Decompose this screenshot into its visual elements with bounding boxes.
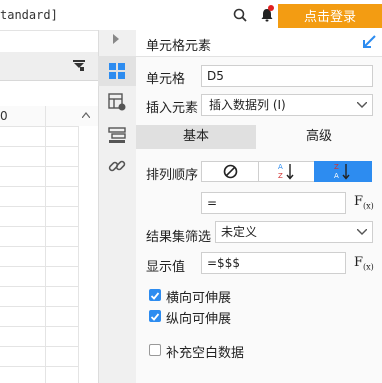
insert-element-label: 插入元素: [146, 101, 199, 116]
fx-sub: (x): [363, 201, 374, 211]
svg-text:A: A: [278, 163, 283, 171]
cell-attribute-icon[interactable]: [108, 93, 126, 111]
no-sort-icon: [223, 164, 238, 179]
fx-sub: (x): [363, 262, 374, 272]
sort-order-label: 排列顺序: [146, 168, 199, 183]
fx-label: F: [354, 194, 364, 209]
grid-row-line: [0, 206, 78, 207]
tab-advanced[interactable]: 高级: [256, 125, 382, 149]
condition-attribute-icon[interactable]: [108, 126, 126, 144]
scroll-up-icon[interactable]: [82, 112, 90, 118]
chevron-down-icon[interactable]: [357, 229, 367, 235]
grid-row-line: [0, 306, 78, 307]
chevron-down-icon[interactable]: [357, 102, 367, 108]
horizontal-expand-checkbox[interactable]: [149, 289, 161, 301]
grid-column-line: [45, 106, 46, 383]
vertical-expand-label: 纵向可伸展: [166, 312, 232, 327]
cell-label: 单元格: [146, 72, 186, 87]
file-name: tandard]: [0, 8, 58, 22]
notification-dot: [268, 5, 274, 11]
grid-row-line: [0, 226, 78, 227]
check-icon: [150, 313, 160, 321]
display-value-input[interactable]: =$$$: [201, 252, 346, 274]
fx-label: F: [354, 255, 364, 270]
hyperlink-icon[interactable]: [108, 157, 126, 175]
formula-editor-button[interactable]: F(x): [354, 194, 374, 211]
expand-panel-icon[interactable]: [363, 34, 377, 48]
svg-text:A: A: [334, 172, 339, 180]
vertical-expand-checkbox[interactable]: [149, 310, 161, 322]
sheet-cell[interactable]: 0: [0, 109, 8, 123]
grid-row-line: [0, 346, 78, 347]
sort-ascending-icon: A Z: [278, 163, 294, 180]
result-filter-select[interactable]: 未定义: [215, 221, 373, 243]
grid-row-line: [0, 166, 78, 167]
fill-blank-label: 补充空白数据: [166, 346, 245, 361]
horizontal-expand-label: 横向可伸展: [166, 291, 232, 306]
sort-formula-input[interactable]: =: [201, 192, 346, 214]
tab-basic[interactable]: 基本: [136, 125, 256, 149]
filter-icon[interactable]: [73, 60, 85, 72]
grid-row-line: [0, 246, 78, 247]
grid-row-line: [0, 186, 78, 187]
svg-text:Z: Z: [334, 163, 339, 171]
check-icon: [150, 292, 160, 300]
fill-blank-checkbox[interactable]: [149, 344, 161, 356]
grid-row-line: [0, 146, 78, 147]
display-formula-button[interactable]: F(x): [354, 255, 374, 272]
grid-row-line: [0, 366, 78, 367]
cell-input[interactable]: D5: [201, 65, 373, 87]
insert-element-select[interactable]: 插入数据列 (I): [201, 94, 373, 116]
sheet-scrollbar[interactable]: [78, 126, 99, 383]
grid-row-line: [0, 286, 78, 287]
login-button[interactable]: 点击登录: [278, 4, 382, 28]
result-filter-label: 结果集筛选: [146, 230, 212, 245]
grid-row-line: [0, 266, 78, 267]
panel-title: 单元格元素: [146, 39, 212, 54]
display-value-label: 显示值: [146, 260, 186, 275]
svg-text:Z: Z: [278, 172, 283, 180]
cell-element-icon[interactable]: [108, 62, 126, 80]
grid-row-line: [0, 326, 78, 327]
sort-descending-icon: Z A: [334, 163, 350, 180]
collapse-arrow-icon[interactable]: [112, 34, 120, 44]
grid-row-line: [0, 126, 78, 127]
search-icon[interactable]: [233, 8, 247, 22]
